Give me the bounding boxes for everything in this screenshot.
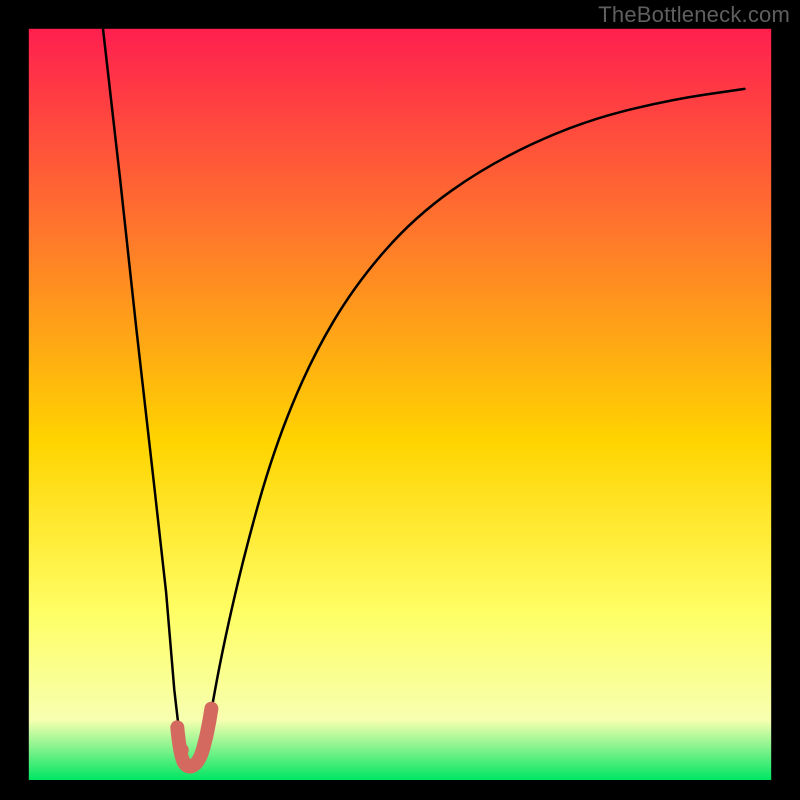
watermark-label: TheBottleneck.com bbox=[598, 2, 790, 28]
accent-dot bbox=[175, 743, 189, 757]
plot-background bbox=[29, 29, 771, 780]
bottleneck-chart bbox=[0, 0, 800, 800]
